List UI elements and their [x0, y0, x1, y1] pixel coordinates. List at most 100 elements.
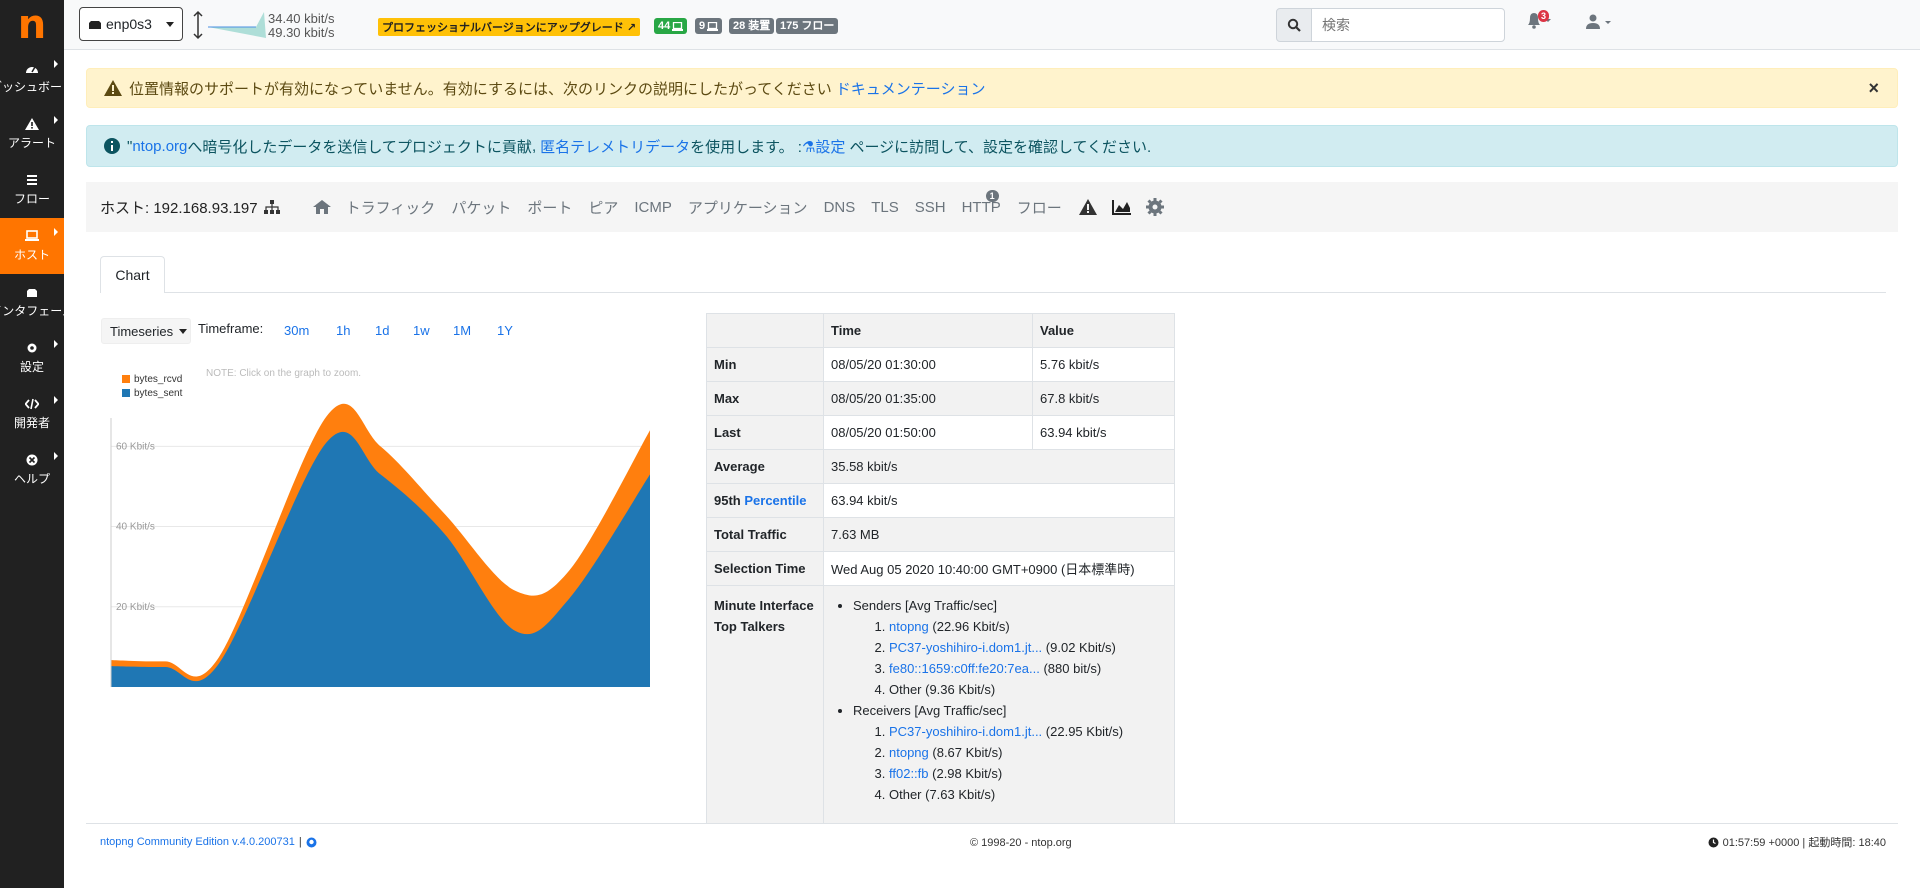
y-tick-label: 60 Kbit/s [116, 441, 155, 452]
local-hosts-badge[interactable]: 9 [695, 18, 723, 34]
sender-link[interactable]: ntopng [889, 619, 929, 634]
selection-time-value: Wed Aug 05 2020 10:40:00 GMT+0900 (日本標準時… [823, 551, 1175, 586]
tab-icmp[interactable]: ICMP [634, 199, 672, 216]
row-label: Max [706, 381, 824, 416]
search-button[interactable] [1276, 8, 1312, 42]
legend-label-rcvd: bytes_rcvd [134, 374, 182, 385]
row-value: 63.94 kbit/s [1032, 415, 1175, 450]
chart-legend: bytes_rcvd bytes_sent [122, 374, 183, 399]
sidebar-item-interfaces[interactable]: インタフェース [0, 274, 74, 330]
timeframe-1m[interactable]: 1M [453, 323, 471, 338]
sidebar-item-help[interactable]: ヘルプ [0, 442, 64, 498]
tab-chart[interactable]: Chart [100, 256, 165, 293]
hosts-badge[interactable]: 44 [654, 18, 688, 34]
sidebar-item-developer[interactable]: 開発者 [0, 386, 64, 442]
receiver-link[interactable]: PC37-yoshihiro-i.dom1.jt... [889, 724, 1042, 739]
gear-icon[interactable] [1145, 198, 1164, 216]
chevron-right-icon [54, 340, 58, 348]
sidebar-item-hosts[interactable]: ホスト [0, 218, 64, 274]
row-time: 08/05/20 01:50:00 [823, 415, 1033, 450]
traffic-area-chart[interactable]: bytes_rcvd bytes_sent NOTE: Click on the… [100, 360, 660, 690]
row-label: Min [706, 347, 824, 382]
sidebar-item-dashboard[interactable]: ダッシュボード [0, 50, 74, 106]
chevron-right-icon [54, 116, 58, 124]
code-icon [25, 398, 39, 409]
sidebar-item-settings[interactable]: 設定 [0, 330, 64, 386]
header-empty [706, 313, 824, 348]
user-icon[interactable] [1586, 14, 1612, 30]
up-down-arrow-icon [193, 10, 203, 40]
receiver-link[interactable]: ntopng [889, 745, 929, 760]
http-count-badge: 1 [985, 189, 999, 202]
legend-swatch-rcvd [122, 375, 130, 383]
list-item: Other (7.63 Kbit/s) [889, 784, 1167, 805]
timeframe-30m[interactable]: 30m [284, 323, 309, 338]
tab-ssh[interactable]: SSH [915, 199, 946, 216]
chart-y-ticks: 20 Kbit/s 40 Kbit/s 60 Kbit/s [116, 441, 155, 612]
devices-badge[interactable]: 28 装置 [729, 18, 775, 34]
network-icon[interactable] [263, 200, 280, 214]
tab-tls[interactable]: TLS [871, 199, 899, 216]
ntop-org-link[interactable]: ntop.org [132, 138, 187, 155]
receivers-group: Receivers [Avg Traffic/sec] PC37-yoshihi… [853, 700, 1167, 805]
footer-copyright: © 1998-20 - ntop.org [970, 837, 1072, 849]
clock-icon [1708, 837, 1719, 847]
row-time: 08/05/20 01:35:00 [823, 381, 1033, 416]
info-icon [104, 138, 120, 154]
timeframe-1d[interactable]: 1d [375, 323, 389, 338]
timeframe-1w[interactable]: 1w [413, 323, 430, 338]
tab-packets[interactable]: パケット [451, 197, 511, 218]
average-value: 35.58 kbit/s [823, 449, 1175, 484]
timeframe-1h[interactable]: 1h [336, 323, 350, 338]
percentile-link[interactable]: Percentile [744, 493, 806, 508]
settings-link[interactable]: ⚗設定 [802, 136, 845, 157]
header-time: Time [823, 313, 1033, 348]
telemetry-info-alert: " ntop.org へ暗号化したデータを送信してプロジェクトに貢献 , 匿名テ… [86, 125, 1898, 167]
chevron-right-icon [54, 396, 58, 404]
tab-flows[interactable]: フロー [1017, 197, 1062, 218]
senders-list: ntopng (22.96 Kbit/s) PC37-yoshihiro-i.d… [889, 616, 1167, 700]
search-input[interactable] [1311, 8, 1505, 42]
receiver-link[interactable]: ff02::fb [889, 766, 929, 781]
y-tick-label: 20 Kbit/s [116, 602, 155, 613]
receivers-list: PC37-yoshihiro-i.dom1.jt... (22.95 Kbit/… [889, 721, 1167, 805]
sender-link[interactable]: fe80::1659:c0ff:fe20:7ea... [889, 661, 1040, 676]
external-link-icon: ↗ [626, 22, 637, 34]
list-icon [27, 174, 37, 185]
documentation-link[interactable]: ドキュメンテーション [836, 78, 986, 99]
ntopng-logo[interactable]: n [0, 0, 64, 50]
tab-applications[interactable]: アプリケーション [688, 197, 808, 218]
row-time: 08/05/20 01:30:00 [823, 347, 1033, 382]
upgrade-badge[interactable]: プロフェッショナルバージョンにアップグレード ↗ [378, 18, 641, 36]
close-icon[interactable]: × [1868, 78, 1879, 99]
home-icon[interactable] [312, 199, 332, 215]
alerts-warning-icon[interactable] [1078, 198, 1098, 216]
sender-link[interactable]: PC37-yoshihiro-i.dom1.jt... [889, 640, 1042, 655]
senders-group: Senders [Avg Traffic/sec] ntopng (22.96 … [853, 595, 1167, 700]
sidebar-item-alerts[interactable]: アラート [0, 106, 64, 162]
chevron-down-icon [179, 328, 188, 334]
ethernet-icon [89, 21, 101, 29]
github-icon[interactable] [306, 837, 317, 848]
flows-badge[interactable]: 175 フロー [776, 18, 839, 34]
percentile-label: 95th Percentile [706, 483, 824, 518]
gear-icon [27, 343, 37, 352]
legend-label-sent: bytes_sent [134, 388, 183, 399]
row-value: 5.76 kbit/s [1032, 347, 1175, 382]
total-traffic-value: 7.63 MB [823, 517, 1175, 552]
timeframe-1y[interactable]: 1Y [497, 323, 513, 338]
interface-select[interactable]: enp0s3 [79, 7, 183, 41]
footer-clock: 01:57:59 +0000 | 起動時間: 18:40 [1708, 834, 1886, 850]
tab-dns[interactable]: DNS [824, 199, 856, 216]
tab-traffic[interactable]: トラフィック [346, 197, 436, 218]
edition-link[interactable]: ntopng Community Edition v.4.0.200731 [100, 836, 295, 848]
tab-ports[interactable]: ポート [527, 197, 572, 218]
tab-http[interactable]: HTTP 1 [962, 189, 1001, 216]
sidebar-item-flows[interactable]: フロー [0, 162, 64, 218]
area-chart-icon[interactable] [1111, 199, 1132, 215]
list-item: ntopng (22.96 Kbit/s) [889, 616, 1167, 637]
tab-peers[interactable]: ピア [588, 197, 618, 218]
search-icon [1287, 18, 1301, 32]
timeseries-select[interactable]: Timeseries [101, 318, 191, 344]
telemetry-link[interactable]: 匿名テレメトリデータ [540, 136, 690, 157]
